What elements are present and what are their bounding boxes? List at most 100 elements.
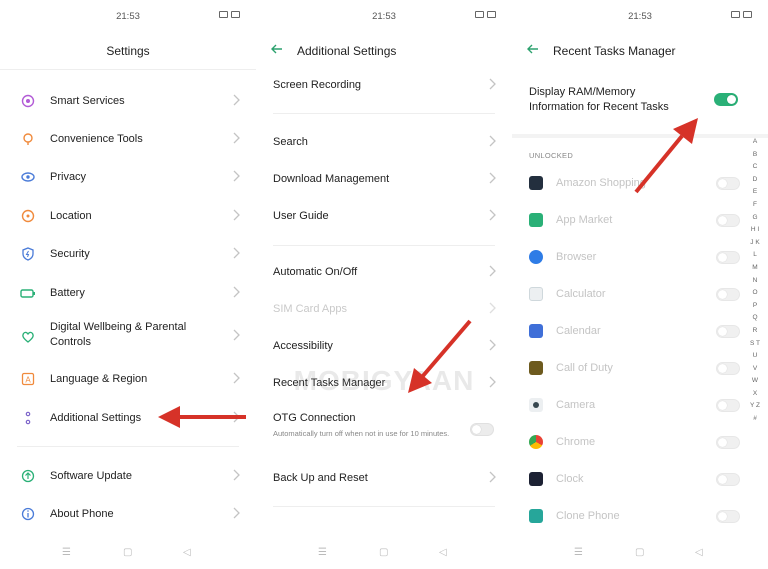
about-phone-icon [20,506,36,522]
app-toggle[interactable] [716,510,740,523]
divider [512,134,768,138]
list-item-accessibility[interactable]: Accessibility [256,337,512,357]
back-arrow-icon[interactable] [526,42,540,56]
app-toggle[interactable] [716,473,740,486]
settings-item-language-region[interactable]: A Language & Region [0,369,256,389]
status-bar: 21:53 [256,0,512,34]
list-item-label: Search [273,136,308,148]
otg-toggle[interactable] [470,423,494,436]
settings-item-label: Additional Settings [50,412,142,424]
chevron-right-icon [233,286,240,298]
clone-phone-icon [529,509,543,523]
page-title: Settings [106,44,150,58]
app-row-calculator[interactable]: Calculator [512,280,768,310]
home-nav-icon[interactable]: ▢ [123,547,132,558]
list-item-search[interactable]: Search [256,133,512,153]
app-toggle[interactable] [716,288,740,301]
watermark: MOBIGYAAN [293,365,475,396]
list-item-screen-recording[interactable]: Screen Recording [256,76,512,96]
display-ram-toggle[interactable] [714,93,738,106]
chevron-right-icon [233,132,240,144]
settings-item-convenience-tools[interactable]: Convenience Tools [0,129,256,149]
list-item-label: OTG Connection [273,412,356,424]
back-nav-icon[interactable]: ◁ [439,547,447,558]
chevron-right-icon [233,469,240,481]
app-name: Call of Duty [556,362,613,374]
app-toggle[interactable] [716,399,740,412]
signal-icon [475,11,484,18]
clock-icon [529,472,543,486]
app-row-clone-phone[interactable]: Clone Phone [512,502,768,532]
otg-subtext: Automatically turn off when not in use f… [273,429,450,438]
menu-nav-icon[interactable]: ☰ [62,547,71,558]
display-ram-label: Display RAM/Memory Information for Recen… [529,86,669,113]
app-row-app-market[interactable]: App Market [512,206,768,236]
app-row-amazon-shopping[interactable]: Amazon Shopping [512,169,768,199]
app-row-browser[interactable]: Browser [512,243,768,273]
settings-item-security[interactable]: Security [0,244,256,264]
calendar-icon [529,324,543,338]
settings-item-about-phone[interactable]: About Phone [0,504,256,524]
menu-nav-icon[interactable]: ☰ [318,547,327,558]
settings-screen: 21:53 Settings Smart Services Convenienc… [0,0,256,569]
status-bar: 21:53 [0,0,256,34]
settings-item-software-update[interactable]: Software Update [0,466,256,486]
app-toggle[interactable] [716,177,740,190]
chevron-right-icon [233,329,240,341]
status-icons [472,11,496,18]
calculator-icon [529,287,543,301]
signal-icon [219,11,228,18]
list-item-otg-connection[interactable]: OTG Connection Automatically turn off wh… [256,409,512,453]
app-row-calendar[interactable]: Calendar [512,317,768,347]
toggle-knob [472,425,481,434]
settings-item-label: Security [50,248,90,260]
list-item-user-guide[interactable]: User Guide [256,207,512,227]
home-nav-icon[interactable]: ▢ [379,547,388,558]
alphabet-index[interactable]: A B C D E F G H I J K L M N O P Q R S T … [750,136,760,426]
app-row-clock[interactable]: Clock [512,465,768,495]
app-name: Browser [556,251,597,263]
section-header: UNLOCKED [529,151,574,160]
navigation-bar: ☰ ▢ ◁ [0,539,256,569]
list-item-automatic-on-off[interactable]: Automatic On/Off [256,263,512,283]
home-nav-icon[interactable]: ▢ [635,547,644,558]
call-of-duty-icon [529,361,543,375]
page-title: Additional Settings [297,44,397,58]
settings-item-additional-settings[interactable]: Additional Settings [0,408,256,428]
svg-text:A: A [25,376,31,385]
settings-item-location[interactable]: Location [0,206,256,226]
toggle-knob [718,364,727,373]
toggle-knob [718,512,727,521]
app-toggle[interactable] [716,436,740,449]
amazon-shopping-icon [529,176,543,190]
toggle-knob [718,401,727,410]
back-nav-icon[interactable]: ◁ [695,547,703,558]
app-toggle[interactable] [716,214,740,227]
settings-item-label: Battery [50,287,85,299]
back-nav-icon[interactable]: ◁ [183,547,191,558]
toggle-knob [718,475,727,484]
app-toggle[interactable] [716,251,740,264]
app-name: Calculator [556,288,606,300]
status-icons [216,11,240,18]
settings-item-smart-services[interactable]: Smart Services [0,91,256,111]
settings-item-digital-wellbeing[interactable]: Digital Wellbeing & Parental Controls [0,320,256,352]
chevron-right-icon [233,507,240,519]
app-name: Camera [556,399,596,411]
app-row-camera[interactable]: Camera [512,391,768,421]
list-item-back-up-reset[interactable]: Back Up and Reset [256,469,512,489]
app-row-chrome[interactable]: Chrome [512,428,768,458]
menu-nav-icon[interactable]: ☰ [574,547,583,558]
settings-item-privacy[interactable]: Privacy [0,167,256,187]
list-item-download-management[interactable]: Download Management [256,170,512,190]
chevron-right-icon [489,339,496,351]
chevron-right-icon [233,209,240,221]
display-ram-setting[interactable]: Display RAM/Memory Information for Recen… [512,84,768,118]
header: Additional Settings [256,36,512,66]
app-row-call-of-duty[interactable]: Call of Duty [512,354,768,384]
back-arrow-icon[interactable] [270,42,284,56]
app-toggle[interactable] [716,325,740,338]
app-toggle[interactable] [716,362,740,375]
smart-services-icon [20,93,36,109]
settings-item-battery[interactable]: Battery [0,283,256,303]
